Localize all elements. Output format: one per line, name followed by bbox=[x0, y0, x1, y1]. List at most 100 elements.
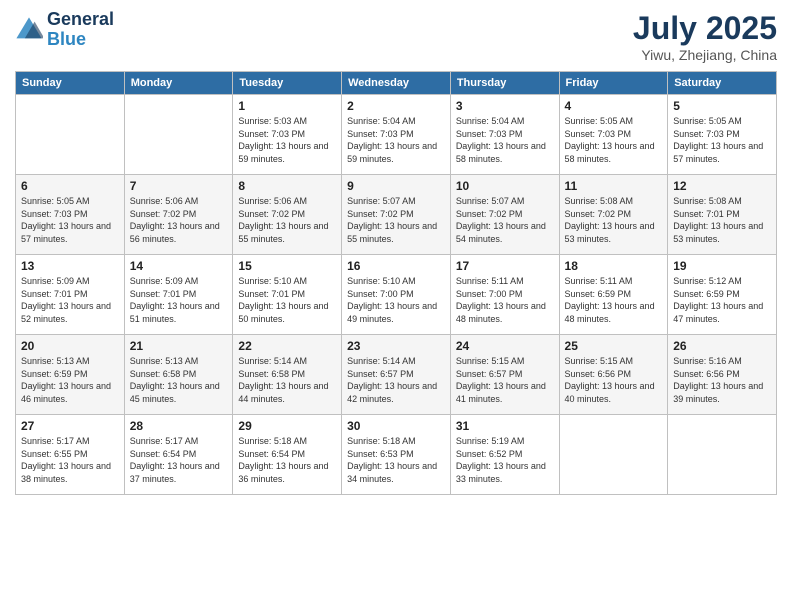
day-number: 23 bbox=[347, 339, 445, 353]
calendar-day-header: Friday bbox=[559, 72, 668, 95]
calendar-cell: 20 Sunrise: 5:13 AM Sunset: 6:59 PM Dayli… bbox=[16, 335, 125, 415]
day-number: 26 bbox=[673, 339, 771, 353]
day-number: 28 bbox=[130, 419, 228, 433]
calendar-cell: 31 Sunrise: 5:19 AM Sunset: 6:52 PM Dayli… bbox=[450, 415, 559, 495]
day-info: Sunrise: 5:10 AM Sunset: 7:00 PM Dayligh… bbox=[347, 275, 445, 325]
calendar-cell bbox=[16, 95, 125, 175]
logo-blue: Blue bbox=[47, 29, 86, 49]
calendar-week-row: 20 Sunrise: 5:13 AM Sunset: 6:59 PM Dayli… bbox=[16, 335, 777, 415]
calendar-cell: 16 Sunrise: 5:10 AM Sunset: 7:00 PM Dayli… bbox=[342, 255, 451, 335]
logo-icon bbox=[15, 16, 43, 44]
calendar-cell: 21 Sunrise: 5:13 AM Sunset: 6:58 PM Dayli… bbox=[124, 335, 233, 415]
day-info: Sunrise: 5:05 AM Sunset: 7:03 PM Dayligh… bbox=[565, 115, 663, 165]
day-number: 18 bbox=[565, 259, 663, 273]
day-info: Sunrise: 5:13 AM Sunset: 6:59 PM Dayligh… bbox=[21, 355, 119, 405]
day-info: Sunrise: 5:09 AM Sunset: 7:01 PM Dayligh… bbox=[21, 275, 119, 325]
day-info: Sunrise: 5:14 AM Sunset: 6:58 PM Dayligh… bbox=[238, 355, 336, 405]
calendar-cell: 26 Sunrise: 5:16 AM Sunset: 6:56 PM Dayli… bbox=[668, 335, 777, 415]
day-number: 15 bbox=[238, 259, 336, 273]
calendar-cell: 2Sunrise: 5:04 AM Sunset: 7:03 PM Daylig… bbox=[342, 95, 451, 175]
day-number: 1 bbox=[238, 99, 336, 113]
day-number: 17 bbox=[456, 259, 554, 273]
calendar-header-row: SundayMondayTuesdayWednesdayThursdayFrid… bbox=[16, 72, 777, 95]
day-number: 7 bbox=[130, 179, 228, 193]
day-info: Sunrise: 5:15 AM Sunset: 6:57 PM Dayligh… bbox=[456, 355, 554, 405]
calendar-cell: 29 Sunrise: 5:18 AM Sunset: 6:54 PM Dayli… bbox=[233, 415, 342, 495]
day-info: Sunrise: 5:03 AM Sunset: 7:03 PM Dayligh… bbox=[238, 115, 336, 165]
day-number: 13 bbox=[21, 259, 119, 273]
calendar-cell: 28 Sunrise: 5:17 AM Sunset: 6:54 PM Dayli… bbox=[124, 415, 233, 495]
calendar-day-header: Tuesday bbox=[233, 72, 342, 95]
calendar-cell: 30 Sunrise: 5:18 AM Sunset: 6:53 PM Dayli… bbox=[342, 415, 451, 495]
day-number: 20 bbox=[21, 339, 119, 353]
header: General Blue July 2025 Yiwu, Zhejiang, C… bbox=[15, 10, 777, 63]
calendar-cell: 14Sunrise: 5:09 AM Sunset: 7:01 PM Dayli… bbox=[124, 255, 233, 335]
calendar-cell: 19 Sunrise: 5:12 AM Sunset: 6:59 PM Dayli… bbox=[668, 255, 777, 335]
day-info: Sunrise: 5:11 AM Sunset: 6:59 PM Dayligh… bbox=[565, 275, 663, 325]
calendar-day-header: Saturday bbox=[668, 72, 777, 95]
month-year: July 2025 bbox=[633, 10, 777, 47]
logo-text: General Blue bbox=[47, 10, 114, 50]
day-info: Sunrise: 5:12 AM Sunset: 6:59 PM Dayligh… bbox=[673, 275, 771, 325]
day-info: Sunrise: 5:17 AM Sunset: 6:55 PM Dayligh… bbox=[21, 435, 119, 485]
day-info: Sunrise: 5:08 AM Sunset: 7:01 PM Dayligh… bbox=[673, 195, 771, 245]
calendar-cell: 3Sunrise: 5:04 AM Sunset: 7:03 PM Daylig… bbox=[450, 95, 559, 175]
day-number: 12 bbox=[673, 179, 771, 193]
calendar-cell: 15 Sunrise: 5:10 AM Sunset: 7:01 PM Dayli… bbox=[233, 255, 342, 335]
calendar-week-row: 13 Sunrise: 5:09 AM Sunset: 7:01 PM Dayli… bbox=[16, 255, 777, 335]
logo: General Blue bbox=[15, 10, 114, 50]
day-number: 19 bbox=[673, 259, 771, 273]
day-info: Sunrise: 5:18 AM Sunset: 6:53 PM Dayligh… bbox=[347, 435, 445, 485]
day-number: 29 bbox=[238, 419, 336, 433]
day-number: 4 bbox=[565, 99, 663, 113]
day-info: Sunrise: 5:05 AM Sunset: 7:03 PM Dayligh… bbox=[673, 115, 771, 165]
day-info: Sunrise: 5:10 AM Sunset: 7:01 PM Dayligh… bbox=[238, 275, 336, 325]
day-number: 24 bbox=[456, 339, 554, 353]
day-number: 16 bbox=[347, 259, 445, 273]
calendar-cell: 22 Sunrise: 5:14 AM Sunset: 6:58 PM Dayli… bbox=[233, 335, 342, 415]
day-number: 21 bbox=[130, 339, 228, 353]
day-number: 5 bbox=[673, 99, 771, 113]
calendar-cell: 8Sunrise: 5:06 AM Sunset: 7:02 PM Daylig… bbox=[233, 175, 342, 255]
day-number: 25 bbox=[565, 339, 663, 353]
day-number: 3 bbox=[456, 99, 554, 113]
calendar-cell: 23 Sunrise: 5:14 AM Sunset: 6:57 PM Dayli… bbox=[342, 335, 451, 415]
day-number: 14 bbox=[130, 259, 228, 273]
day-info: Sunrise: 5:19 AM Sunset: 6:52 PM Dayligh… bbox=[456, 435, 554, 485]
day-info: Sunrise: 5:07 AM Sunset: 7:02 PM Dayligh… bbox=[347, 195, 445, 245]
calendar-day-header: Thursday bbox=[450, 72, 559, 95]
day-info: Sunrise: 5:06 AM Sunset: 7:02 PM Dayligh… bbox=[238, 195, 336, 245]
day-number: 2 bbox=[347, 99, 445, 113]
calendar-cell: 25Sunrise: 5:15 AM Sunset: 6:56 PM Dayli… bbox=[559, 335, 668, 415]
day-info: Sunrise: 5:06 AM Sunset: 7:02 PM Dayligh… bbox=[130, 195, 228, 245]
calendar-cell: 17 Sunrise: 5:11 AM Sunset: 7:00 PM Dayli… bbox=[450, 255, 559, 335]
day-info: Sunrise: 5:16 AM Sunset: 6:56 PM Dayligh… bbox=[673, 355, 771, 405]
calendar-cell: 1 Sunrise: 5:03 AM Sunset: 7:03 PM Daylig… bbox=[233, 95, 342, 175]
day-info: Sunrise: 5:08 AM Sunset: 7:02 PM Dayligh… bbox=[565, 195, 663, 245]
calendar-table: SundayMondayTuesdayWednesdayThursdayFrid… bbox=[15, 71, 777, 495]
calendar-cell: 5 Sunrise: 5:05 AM Sunset: 7:03 PM Daylig… bbox=[668, 95, 777, 175]
day-number: 27 bbox=[21, 419, 119, 433]
calendar-cell: 13 Sunrise: 5:09 AM Sunset: 7:01 PM Dayli… bbox=[16, 255, 125, 335]
calendar-day-header: Wednesday bbox=[342, 72, 451, 95]
day-number: 22 bbox=[238, 339, 336, 353]
day-info: Sunrise: 5:05 AM Sunset: 7:03 PM Dayligh… bbox=[21, 195, 119, 245]
day-info: Sunrise: 5:18 AM Sunset: 6:54 PM Dayligh… bbox=[238, 435, 336, 485]
day-number: 30 bbox=[347, 419, 445, 433]
day-number: 9 bbox=[347, 179, 445, 193]
calendar-cell: 7 Sunrise: 5:06 AM Sunset: 7:02 PM Daylig… bbox=[124, 175, 233, 255]
calendar-day-header: Monday bbox=[124, 72, 233, 95]
day-number: 11 bbox=[565, 179, 663, 193]
calendar-cell: 9 Sunrise: 5:07 AM Sunset: 7:02 PM Daylig… bbox=[342, 175, 451, 255]
day-info: Sunrise: 5:17 AM Sunset: 6:54 PM Dayligh… bbox=[130, 435, 228, 485]
day-number: 31 bbox=[456, 419, 554, 433]
day-info: Sunrise: 5:11 AM Sunset: 7:00 PM Dayligh… bbox=[456, 275, 554, 325]
day-number: 10 bbox=[456, 179, 554, 193]
calendar-cell: 4 Sunrise: 5:05 AM Sunset: 7:03 PM Daylig… bbox=[559, 95, 668, 175]
title-block: July 2025 Yiwu, Zhejiang, China bbox=[633, 10, 777, 63]
day-info: Sunrise: 5:14 AM Sunset: 6:57 PM Dayligh… bbox=[347, 355, 445, 405]
logo-general: General bbox=[47, 9, 114, 29]
calendar-cell: 24 Sunrise: 5:15 AM Sunset: 6:57 PM Dayli… bbox=[450, 335, 559, 415]
calendar-week-row: 1 Sunrise: 5:03 AM Sunset: 7:03 PM Daylig… bbox=[16, 95, 777, 175]
day-info: Sunrise: 5:13 AM Sunset: 6:58 PM Dayligh… bbox=[130, 355, 228, 405]
